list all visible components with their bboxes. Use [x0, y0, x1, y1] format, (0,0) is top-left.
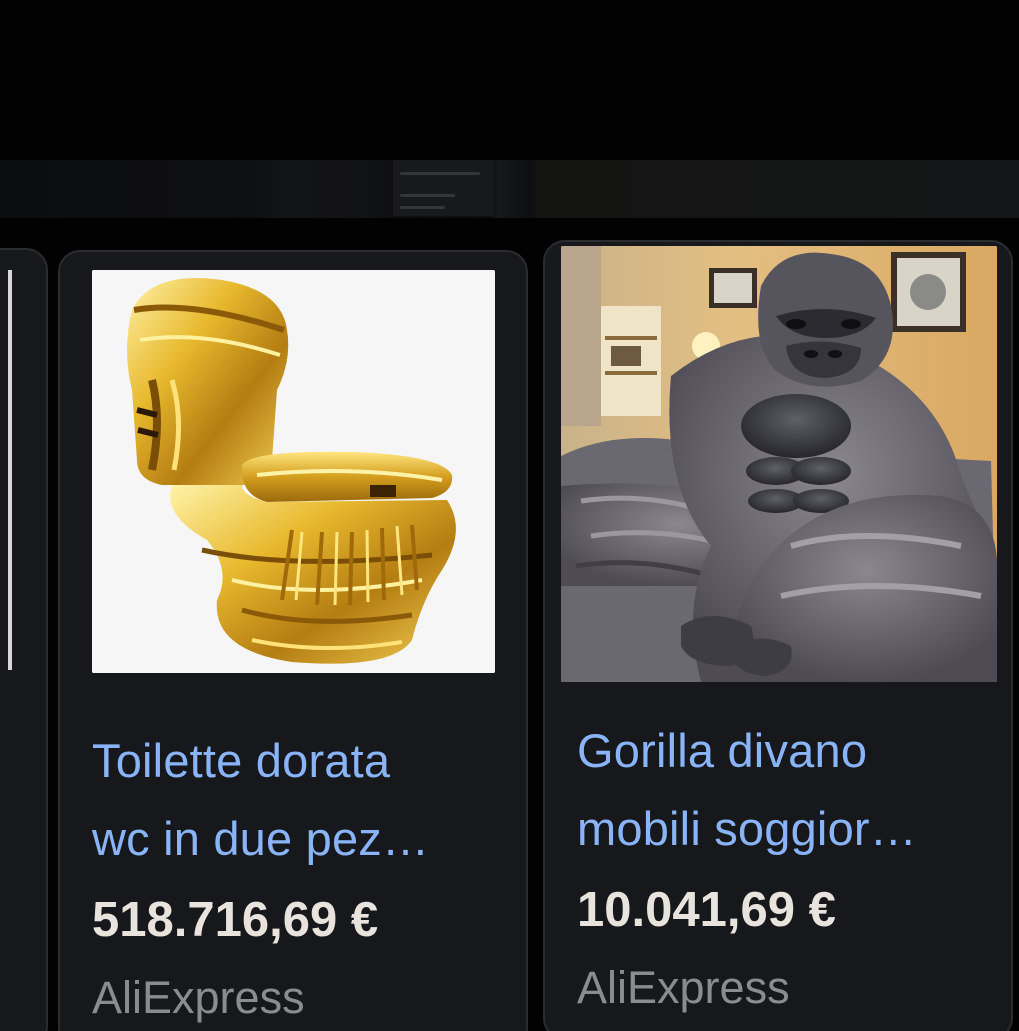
product-card-partial[interactable]	[0, 248, 48, 1031]
title-line: wc in due pez…	[92, 812, 430, 865]
product-card-gorilla-sofa[interactable]: Gorilla divano mobili soggior… 10.041,69…	[543, 240, 1013, 1031]
blurred-text-line	[400, 194, 455, 197]
title-line: mobili soggior…	[577, 802, 917, 855]
product-card-golden-toilet[interactable]: Toilette dorata wc in due pez… 518.716,6…	[58, 250, 528, 1031]
title-line: Toilette dorata	[92, 734, 391, 787]
product-title-link[interactable]: Gorilla divano mobili soggior…	[577, 712, 917, 868]
product-title-link[interactable]: Toilette dorata wc in due pez…	[92, 722, 429, 878]
gorilla-sofa-illustration	[561, 246, 997, 682]
shopping-results-carousel: Toilette dorata wc in due pez… 518.716,6…	[0, 0, 1019, 1031]
blurred-text-line	[400, 206, 445, 209]
blurred-header-strip	[0, 160, 1019, 218]
product-price: 518.716,69 €	[92, 893, 379, 947]
merchant-name: AliExpress	[92, 972, 305, 1023]
gorilla-sofa-image[interactable]	[561, 246, 997, 682]
merchant-name: AliExpress	[577, 962, 790, 1013]
title-line: Gorilla divano	[577, 724, 868, 777]
golden-toilet-image[interactable]	[92, 270, 495, 673]
product-price: 10.041,69 €	[577, 883, 836, 937]
partial-image-edge	[8, 270, 12, 670]
golden-toilet-illustration	[92, 270, 495, 673]
blurred-text-line	[400, 172, 480, 175]
